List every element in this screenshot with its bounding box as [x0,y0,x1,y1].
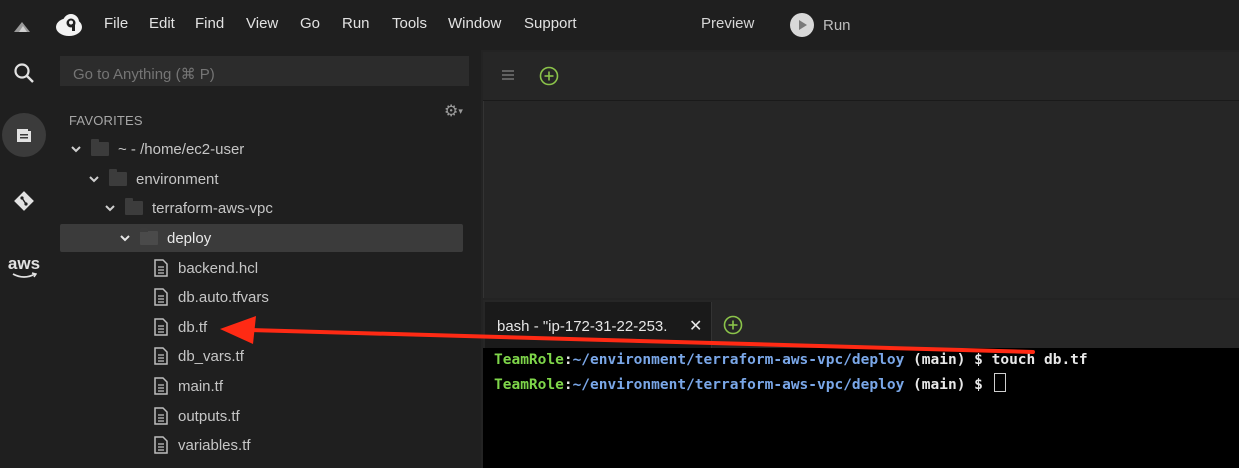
tree-file-db-tf[interactable]: db.tf [154,313,207,341]
tree-folder-environment[interactable]: environment [89,165,219,193]
preview-button[interactable]: Preview [701,15,754,32]
add-terminal-icon[interactable] [723,315,743,335]
tree-file-label: db.tf [178,318,208,336]
ide-logo-icon[interactable] [10,14,34,38]
file-icon [154,318,168,336]
aws-icon[interactable]: aws [0,248,48,288]
menu-tools[interactable]: Tools [392,15,427,32]
file-icon [154,407,168,425]
prompt-user: TeamRole [494,377,564,393]
close-icon[interactable]: ✕ [689,316,702,336]
tree-file-db-auto-tfvars[interactable]: db.auto.tfvars [154,283,269,311]
chevron-down-icon [89,176,99,183]
gear-icon[interactable]: ⚙▾ [444,101,463,121]
menu-find[interactable]: Find [195,15,224,32]
tree-file-label: outputs.tf [178,407,240,425]
terminal-tab-label: bash - "ip-172-31-22-253. [497,318,668,335]
run-button[interactable]: Run [790,12,851,38]
menu-run[interactable]: Run [342,15,370,32]
hamburger-menu-icon[interactable] [501,68,515,82]
folder-icon [125,198,143,215]
prompt-separator: : [563,377,573,393]
menu-bar: File Edit Find View Go Run Tools Window … [0,0,1239,50]
terminal-line: TeamRole:~/environment/terraform-aws-vpc… [494,373,1006,393]
cloud9-logo-icon[interactable] [54,12,84,38]
chevron-down-icon [71,146,81,153]
run-button-label: Run [823,16,851,34]
menu-view[interactable]: View [246,15,278,32]
tree-file-label: db_vars.tf [178,347,244,365]
menu-go[interactable]: Go [300,15,320,32]
tree-file-label: main.tf [178,377,224,395]
tree-folder-deploy[interactable]: deploy [120,224,211,252]
terminal-cursor [993,373,1006,392]
activity-rail: aws [0,50,48,468]
tree-file-backend-hcl[interactable]: backend.hcl [154,254,258,282]
chevron-down-icon [120,235,130,242]
menu-file[interactable]: File [104,15,128,32]
prompt-path: ~/environment/terraform-aws-vpc/deploy [572,352,905,368]
tree-folder-label: deploy [167,229,212,247]
prompt-separator: : [563,352,573,368]
terminal-line: TeamRole:~/environment/terraform-aws-vpc… [494,352,1088,368]
tree-file-label: variables.tf [178,436,251,454]
prompt-path: ~/environment/terraform-aws-vpc/deploy [572,377,905,393]
folder-icon [140,228,158,245]
chevron-down-icon [105,205,115,212]
menu-edit[interactable]: Edit [149,15,175,32]
tree-file-label: backend.hcl [178,259,259,277]
tree-folder-terraform-aws-vpc[interactable]: terraform-aws-vpc [105,194,273,222]
file-icon [154,436,168,454]
tree-folder-label: terraform-aws-vpc [152,199,273,217]
go-to-anything-input[interactable] [60,56,469,86]
folder-icon [91,139,109,156]
search-icon[interactable] [0,53,48,93]
tree-file-db-vars-tf[interactable]: db_vars.tf [154,342,244,370]
folder-icon [109,169,127,186]
tree-folder-home[interactable]: ~ - /home/ec2-user [71,135,244,163]
terminal-command: (main) $ [904,377,992,393]
file-icon [154,259,168,277]
files-icon[interactable] [0,115,48,155]
editor-tab-bar [483,52,1239,101]
tree-file-main-tf[interactable]: main.tf [154,372,223,400]
play-icon [790,13,814,37]
tree-file-variables-tf[interactable]: variables.tf [154,431,251,459]
tree-file-outputs-tf[interactable]: outputs.tf [154,402,240,430]
file-icon [154,377,168,395]
add-tab-icon[interactable] [539,66,559,86]
aws-icon-label: aws [7,254,41,273]
menu-support[interactable]: Support [524,15,577,32]
favorites-header: FAVORITES [69,113,143,128]
tree-file-label: db.auto.tfvars [178,288,269,306]
file-icon [154,347,168,365]
terminal-command: (main) $ touch db.tf [904,352,1088,368]
tree-folder-label: ~ - /home/ec2-user [118,140,245,158]
file-icon [154,288,168,306]
tree-folder-label: environment [136,170,219,188]
menu-window[interactable]: Window [448,15,501,32]
git-icon[interactable] [0,181,48,221]
prompt-user: TeamRole [494,352,564,368]
